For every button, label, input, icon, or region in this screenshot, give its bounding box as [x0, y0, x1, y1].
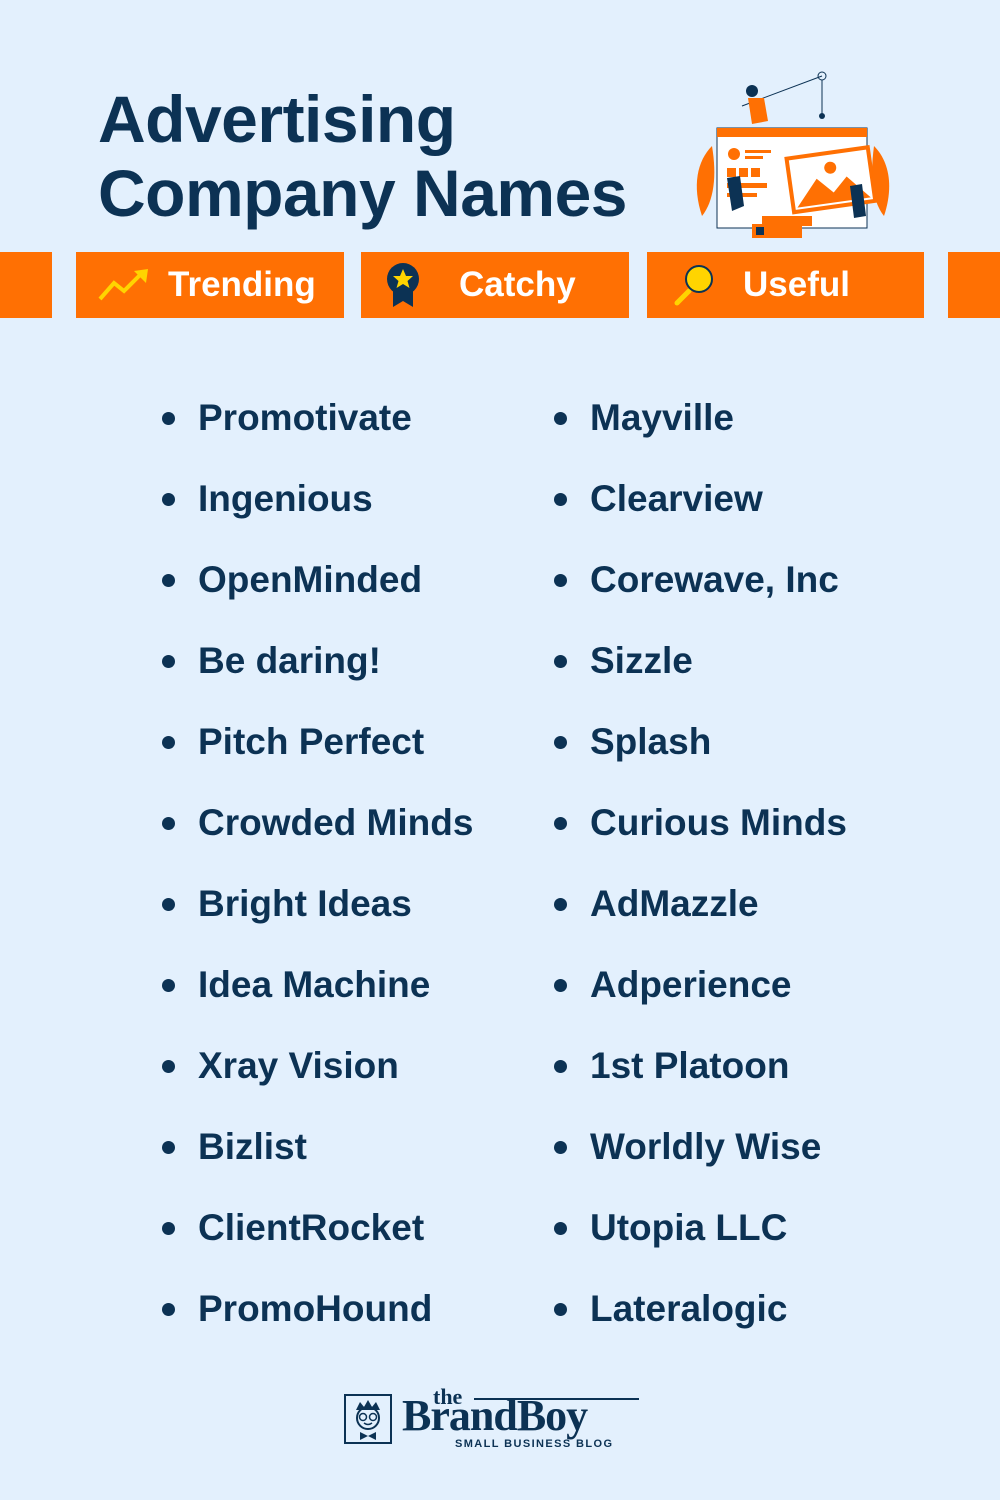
list-item: Be daring! — [162, 635, 473, 716]
names-list-column-2: Mayville Clearview Corewave, Inc Sizzle … — [554, 392, 847, 1364]
name-text: Bizlist — [198, 1126, 307, 1167]
title-line-2: Company Names — [98, 156, 628, 230]
tab-useful-label: Useful — [743, 265, 850, 304]
list-item: Corewave, Inc — [554, 554, 847, 635]
list-item: PromoHound — [162, 1283, 473, 1364]
tab-useful[interactable]: Useful — [647, 252, 924, 318]
logo-tagline: SMALL BUSINESS BLOG — [455, 1438, 614, 1450]
name-text: Mayville — [590, 397, 734, 438]
name-text: Utopia LLC — [590, 1207, 788, 1248]
bullet-icon — [162, 574, 175, 587]
bullet-icon — [554, 817, 567, 830]
name-text: Bright Ideas — [198, 883, 412, 924]
list-item: Pitch Perfect — [162, 716, 473, 797]
bullet-icon — [554, 493, 567, 506]
bullet-icon — [162, 1060, 175, 1073]
name-text: Pitch Perfect — [198, 721, 425, 762]
tab-catchy-label: Catchy — [459, 265, 576, 304]
bullet-icon — [162, 1141, 175, 1154]
name-text: Worldly Wise — [590, 1126, 822, 1167]
name-text: Ingenious — [198, 478, 373, 519]
name-text: OpenMinded — [198, 559, 423, 600]
title-line-1: Advertising — [98, 82, 456, 156]
name-text: Curious Minds — [590, 802, 847, 843]
name-text: Adperience — [590, 964, 792, 1005]
tab-trending-label: Trending — [168, 265, 316, 304]
names-list-column-1: Promotivate Ingenious OpenMinded Be dari… — [162, 392, 473, 1364]
bullet-icon — [162, 979, 175, 992]
list-item: Lateralogic — [554, 1283, 847, 1364]
bullet-icon — [554, 1060, 567, 1073]
list-item: 1st Platoon — [554, 1040, 847, 1121]
category-tab-strip: Trending Catchy Useful — [0, 252, 1000, 318]
page-title: Advertising Company Names — [98, 82, 628, 230]
list-item: Idea Machine — [162, 959, 473, 1040]
bullet-icon — [554, 736, 567, 749]
name-text: Be daring! — [198, 640, 381, 681]
name-text: Splash — [590, 721, 712, 762]
name-text: Lateralogic — [590, 1288, 788, 1329]
name-text: Xray Vision — [198, 1045, 399, 1086]
bullet-icon — [162, 1222, 175, 1235]
name-text: Idea Machine — [198, 964, 431, 1005]
trending-up-arrow-icon — [96, 263, 152, 307]
advertising-illustration-icon — [696, 71, 890, 238]
name-text: 1st Platoon — [590, 1045, 790, 1086]
name-text: Corewave, Inc — [590, 559, 839, 600]
bullet-icon — [162, 412, 175, 425]
bullet-icon — [554, 1222, 567, 1235]
name-text: ClientRocket — [198, 1207, 425, 1248]
logo-name: BrandBoy — [402, 1391, 588, 1440]
name-text: AdMazzle — [590, 883, 759, 924]
list-item: OpenMinded — [162, 554, 473, 635]
bullet-icon — [554, 979, 567, 992]
list-item: Crowded Minds — [162, 797, 473, 878]
list-item: Mayville — [554, 392, 847, 473]
bullet-icon — [162, 493, 175, 506]
tab-strip-edge-right — [948, 252, 1000, 318]
list-item: Splash — [554, 716, 847, 797]
name-text: PromoHound — [198, 1288, 433, 1329]
bullet-icon — [162, 1303, 175, 1316]
tab-strip-edge-left — [0, 252, 52, 318]
name-text: Promotivate — [198, 397, 412, 438]
name-text: Clearview — [590, 478, 763, 519]
award-ribbon-star-icon — [375, 263, 431, 307]
list-item: Bright Ideas — [162, 878, 473, 959]
list-item: Clearview — [554, 473, 847, 554]
bullet-icon — [554, 655, 567, 668]
list-item: Sizzle — [554, 635, 847, 716]
name-text: Crowded Minds — [198, 802, 474, 843]
list-item: ClientRocket — [162, 1202, 473, 1283]
magnifying-glass-icon — [665, 263, 721, 307]
list-item: Bizlist — [162, 1121, 473, 1202]
bullet-icon — [554, 412, 567, 425]
tab-trending[interactable]: Trending — [76, 252, 344, 318]
list-item: Curious Minds — [554, 797, 847, 878]
bullet-icon — [554, 1141, 567, 1154]
name-text: Sizzle — [590, 640, 693, 681]
list-item: Utopia LLC — [554, 1202, 847, 1283]
boy-mascot-icon — [344, 1394, 392, 1444]
list-item: Ingenious — [162, 473, 473, 554]
bullet-icon — [162, 736, 175, 749]
list-item: Xray Vision — [162, 1040, 473, 1121]
brandboy-logo[interactable]: the BrandBoy SMALL BUSINESS BLOG — [344, 1384, 644, 1452]
bullet-icon — [554, 574, 567, 587]
bullet-icon — [554, 898, 567, 911]
bullet-icon — [162, 898, 175, 911]
tab-catchy[interactable]: Catchy — [361, 252, 629, 318]
list-item: Worldly Wise — [554, 1121, 847, 1202]
bullet-icon — [162, 655, 175, 668]
list-item: Adperience — [554, 959, 847, 1040]
bullet-icon — [162, 817, 175, 830]
bullet-icon — [554, 1303, 567, 1316]
list-item: AdMazzle — [554, 878, 847, 959]
list-item: Promotivate — [162, 392, 473, 473]
